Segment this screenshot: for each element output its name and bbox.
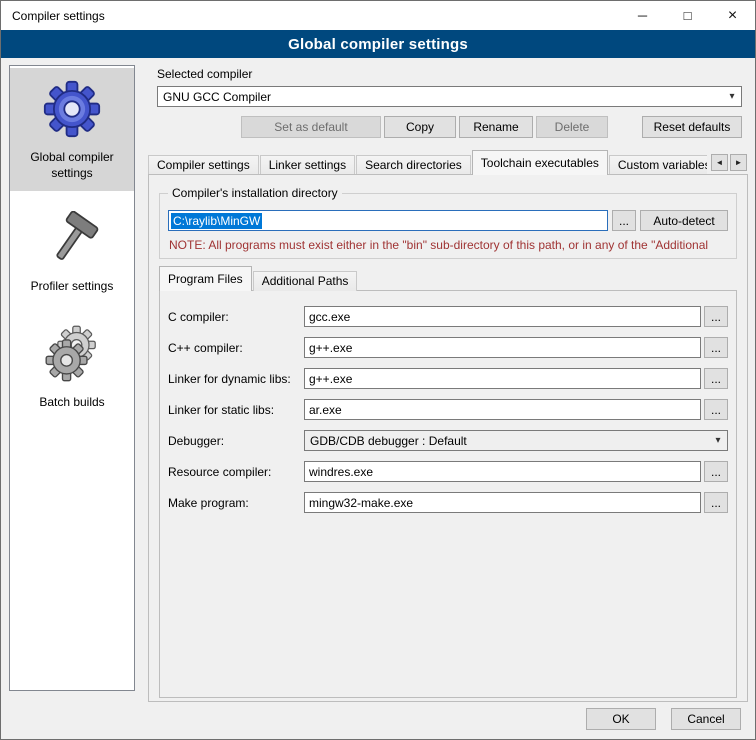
set-as-default-button[interactable]: Set as default (241, 116, 381, 138)
hammer-icon (44, 211, 100, 267)
tab-scroll-right-button[interactable]: ► (730, 154, 747, 171)
tab-compiler-settings[interactable]: Compiler settings (148, 155, 259, 175)
resource-compiler-input[interactable] (304, 461, 701, 482)
debugger-label: Debugger: (168, 434, 304, 448)
dynamic-linker-input[interactable] (304, 368, 701, 389)
bin-subdirectory-note: NOTE: All programs must exist either in … (169, 238, 727, 252)
installation-directory-value: C:\raylib\MinGW (171, 213, 262, 229)
make-program-label: Make program: (168, 496, 304, 510)
tab-custom-variables[interactable]: Custom variables (609, 155, 720, 175)
tab-scroll-left-icon: ◄ (716, 158, 724, 167)
static-linker-input[interactable] (304, 399, 701, 420)
titlebar: Compiler settings ─ □ × (1, 1, 755, 30)
installation-directory-group-title: Compiler's installation directory (168, 186, 342, 200)
c-compiler-input[interactable] (304, 306, 701, 327)
cpp-compiler-browse-button[interactable]: ... (704, 337, 728, 358)
delete-button[interactable]: Delete (536, 116, 608, 138)
main-panel: Selected compiler GNU GCC Compiler ▾ Set… (147, 63, 749, 702)
debugger-value: GDB/CDB debugger : Default (310, 434, 467, 448)
installation-directory-browse-button[interactable]: ... (612, 210, 636, 231)
gear-blue-icon (43, 80, 101, 138)
program-files-page: C compiler: ... C++ compiler: ... Linker… (159, 290, 737, 698)
installation-directory-group: Compiler's installation directory C:\ray… (159, 193, 737, 259)
rename-button[interactable]: Rename (459, 116, 533, 138)
cancel-button[interactable]: Cancel (671, 708, 741, 730)
c-compiler-label: C compiler: (168, 310, 304, 324)
chevron-down-icon: ▾ (709, 435, 727, 446)
close-icon: × (728, 7, 737, 25)
copy-button[interactable]: Copy (384, 116, 456, 138)
auto-detect-button[interactable]: Auto-detect (640, 210, 728, 231)
cpp-compiler-input[interactable] (304, 337, 701, 358)
tab-linker-settings[interactable]: Linker settings (260, 155, 355, 175)
make-program-input[interactable] (304, 492, 701, 513)
minimize-button[interactable]: ─ (620, 1, 665, 30)
tab-scroll-arrows: ◄ ► (707, 151, 748, 174)
tab-scroll-right-icon: ► (735, 158, 743, 167)
window-controls: ─ □ × (620, 1, 755, 30)
sidebar-item-label: Profiler settings (31, 279, 114, 295)
stacked-gears-icon (43, 325, 101, 383)
resource-compiler-label: Resource compiler: (168, 465, 304, 479)
toolchain-executables-page: Compiler's installation directory C:\ray… (148, 174, 748, 702)
sidebar-item-label: Global compiler settings (14, 150, 130, 181)
static-linker-row: Linker for static libs: ... (168, 399, 728, 420)
tab-toolchain-executables[interactable]: Toolchain executables (472, 150, 608, 175)
make-program-browse-button[interactable]: ... (704, 492, 728, 513)
maximize-icon: □ (684, 8, 692, 23)
sidebar-item-label: Batch builds (39, 395, 104, 411)
debugger-dropdown[interactable]: GDB/CDB debugger : Default ▾ (304, 430, 728, 451)
chevron-down-icon: ▾ (723, 91, 741, 102)
dynamic-linker-browse-button[interactable]: ... (704, 368, 728, 389)
reset-defaults-button[interactable]: Reset defaults (642, 116, 742, 138)
static-linker-label: Linker for static libs: (168, 403, 304, 417)
minimize-icon: ─ (638, 8, 647, 23)
compiler-actions-row: Set as default Copy Rename Delete Reset … (157, 116, 742, 138)
tab-search-directories[interactable]: Search directories (356, 155, 471, 175)
c-compiler-row: C compiler: ... (168, 306, 728, 327)
tab-scroll-left-button[interactable]: ◄ (711, 154, 728, 171)
resource-compiler-row: Resource compiler: ... (168, 461, 728, 482)
maximize-button[interactable]: □ (665, 1, 710, 30)
settings-tabstrip: Compiler settings Linker settings Search… (148, 150, 748, 175)
settings-category-sidebar: Global compiler settings Profiler settin… (9, 65, 135, 691)
compiler-settings-window: Compiler settings ─ □ × Global compiler … (0, 0, 756, 740)
dynamic-linker-label: Linker for dynamic libs: (168, 372, 304, 386)
resource-compiler-browse-button[interactable]: ... (704, 461, 728, 482)
c-compiler-browse-button[interactable]: ... (704, 306, 728, 327)
installation-directory-input[interactable]: C:\raylib\MinGW (168, 210, 608, 231)
dialog-footer: OK Cancel (586, 708, 741, 730)
sidebar-item-global-compiler-settings[interactable]: Global compiler settings (10, 68, 134, 191)
make-program-row: Make program: ... (168, 492, 728, 513)
selected-compiler-dropdown[interactable]: GNU GCC Compiler ▾ (157, 86, 742, 107)
ok-button[interactable]: OK (586, 708, 656, 730)
subtab-program-files[interactable]: Program Files (159, 266, 252, 291)
window-title: Compiler settings (1, 9, 105, 23)
sidebar-item-batch-builds[interactable]: Batch builds (10, 313, 134, 421)
selected-compiler-label: Selected compiler (157, 67, 749, 81)
subtab-additional-paths[interactable]: Additional Paths (253, 271, 358, 291)
sidebar-item-profiler-settings[interactable]: Profiler settings (10, 199, 134, 305)
cpp-compiler-label: C++ compiler: (168, 341, 304, 355)
selected-compiler-value: GNU GCC Compiler (163, 90, 271, 104)
dialog-header-title: Global compiler settings (288, 36, 468, 53)
dialog-header: Global compiler settings (1, 30, 755, 58)
static-linker-browse-button[interactable]: ... (704, 399, 728, 420)
debugger-row: Debugger: GDB/CDB debugger : Default ▾ (168, 430, 728, 451)
cpp-compiler-row: C++ compiler: ... (168, 337, 728, 358)
close-button[interactable]: × (710, 1, 755, 30)
executables-subtabstrip: Program Files Additional Paths (159, 267, 737, 291)
installation-directory-row: C:\raylib\MinGW ... Auto-detect (168, 210, 728, 231)
dynamic-linker-row: Linker for dynamic libs: ... (168, 368, 728, 389)
